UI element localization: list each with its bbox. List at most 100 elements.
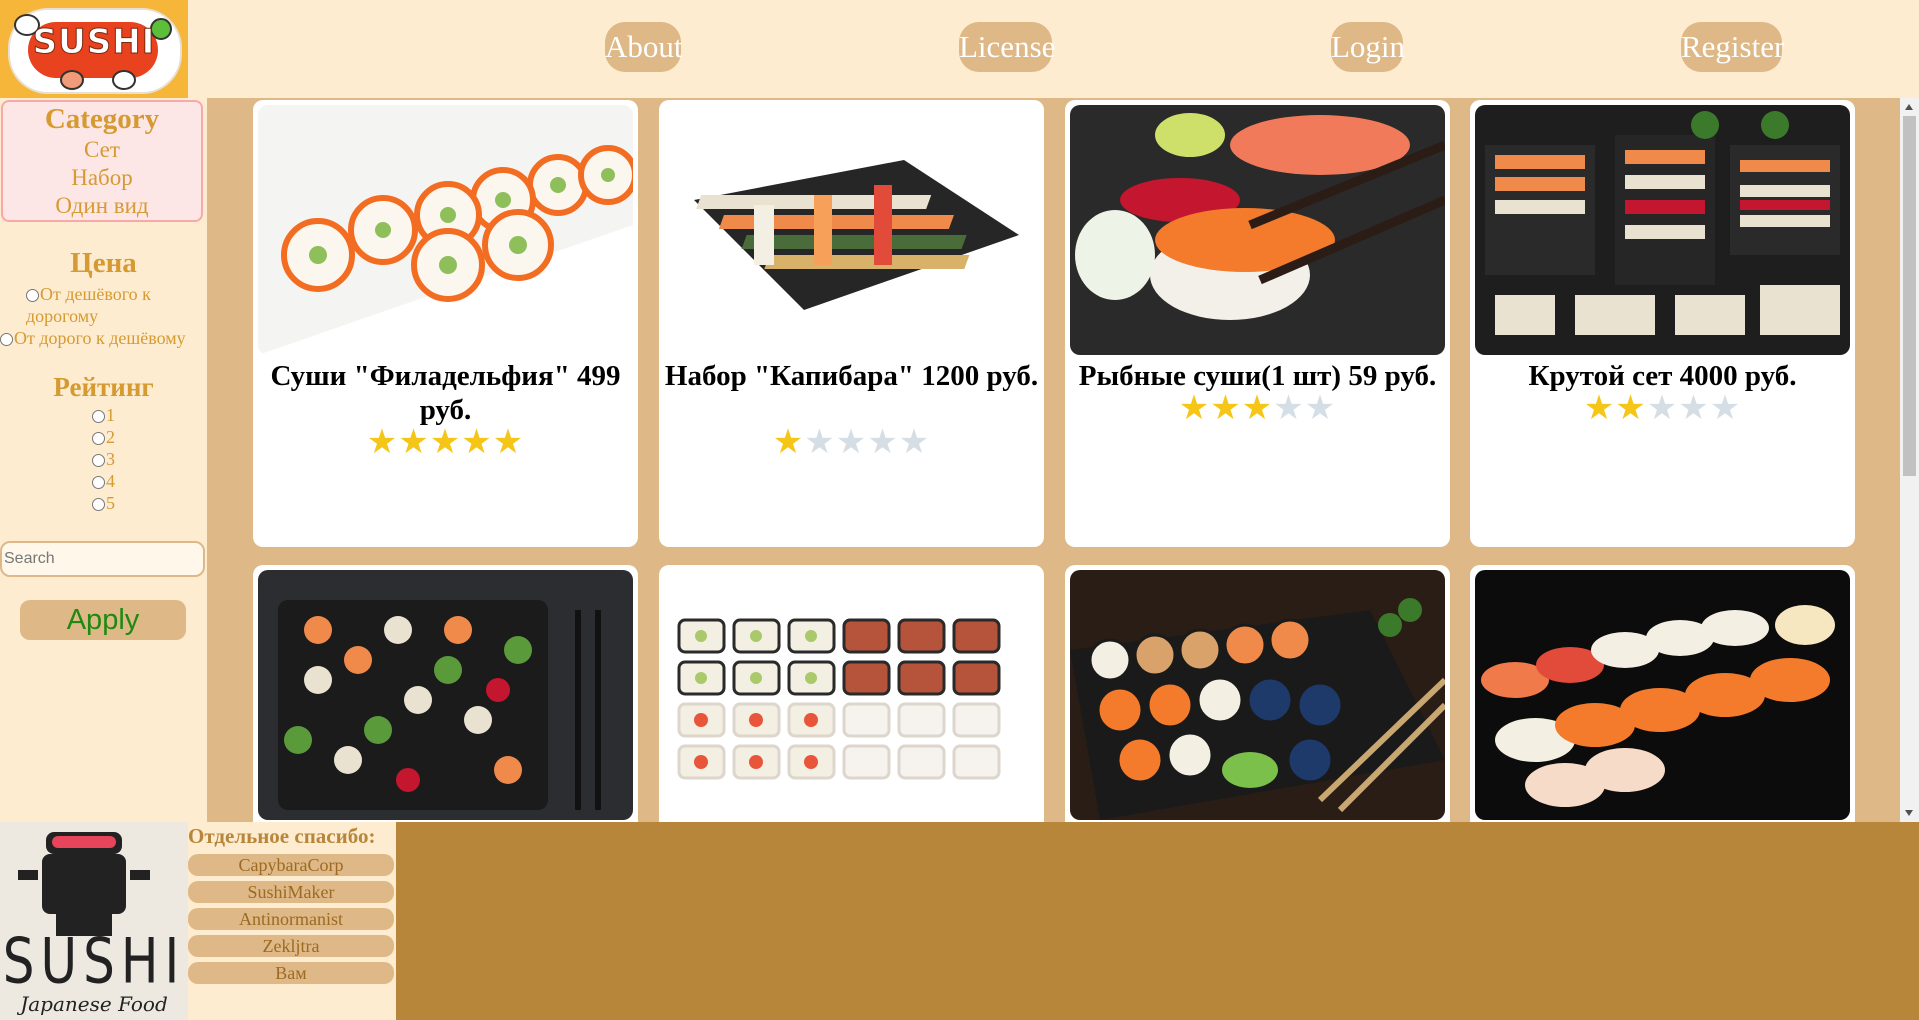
product-image-nigiri bbox=[1070, 105, 1445, 355]
star-filled-icon: ★ bbox=[1583, 388, 1616, 428]
nav-license-button[interactable]: License bbox=[959, 22, 1055, 72]
product-card[interactable]: Набор "Капибара" 1200 руб. ★★★★★ bbox=[659, 100, 1044, 547]
rating-option-2[interactable]: 2 bbox=[0, 426, 207, 448]
thanks-item-you[interactable]: Вам bbox=[188, 962, 394, 984]
logo-roll-icon bbox=[60, 70, 84, 90]
product-card[interactable]: Суши "Филадельфия" 499 руб. ★★★★★ bbox=[253, 100, 638, 547]
radio-button[interactable] bbox=[92, 410, 105, 424]
star-filled-icon: ★ bbox=[461, 422, 493, 462]
rating-option-label: 4 bbox=[106, 471, 115, 491]
star-empty-icon: ★ bbox=[1646, 388, 1679, 428]
category-item-nabor[interactable]: Набор bbox=[3, 164, 201, 192]
rating-stars: ★★★★★ bbox=[1470, 388, 1855, 428]
search-input[interactable]: Search bbox=[0, 541, 205, 577]
product-title: Набор "Капибара" 1200 руб. bbox=[664, 360, 1039, 392]
star-empty-icon: ★ bbox=[1273, 388, 1305, 428]
product-grid: Суши "Филадельфия" 499 руб. ★★★★★ Набор … bbox=[207, 98, 1900, 822]
header: SUSHI About License Login Register bbox=[0, 0, 1919, 98]
price-options: От дешёвого к дорогому От дорого к дешёв… bbox=[0, 283, 207, 349]
radio-button[interactable] bbox=[92, 476, 105, 490]
product-image-rolls-grid bbox=[664, 570, 1039, 820]
price-title: Цена bbox=[70, 247, 137, 279]
star-filled-icon: ★ bbox=[1241, 388, 1274, 428]
thanks-title: Отдельное спасибо: bbox=[188, 824, 376, 848]
rating-option-1[interactable]: 1 bbox=[0, 404, 207, 426]
product-image-capybara-set bbox=[664, 105, 1039, 355]
star-empty-icon: ★ bbox=[898, 422, 931, 462]
footer-logo-subtext: Japanese Food bbox=[20, 992, 168, 1016]
product-card[interactable] bbox=[253, 565, 638, 822]
product-image-nigiri-row bbox=[1475, 570, 1850, 820]
nav-register-button[interactable]: Register bbox=[1681, 22, 1784, 72]
star-filled-icon: ★ bbox=[398, 422, 430, 462]
price-option-asc[interactable]: От дешёвого к дорогому bbox=[0, 283, 207, 327]
footer: SUSHI Japanese Food Отдельное спасибо: C… bbox=[0, 822, 1919, 1020]
radio-button[interactable] bbox=[92, 454, 105, 468]
star-empty-icon: ★ bbox=[804, 422, 836, 462]
star-filled-icon: ★ bbox=[1178, 388, 1211, 428]
product-card[interactable]: Крутой сет 4000 руб. ★★★★★ bbox=[1470, 100, 1855, 547]
thanks-panel: Отдельное спасибо: CapybaraCorp SushiMak… bbox=[188, 822, 396, 1020]
price-option-asc-label: От дешёвого к дорогому bbox=[26, 284, 151, 326]
product-card[interactable] bbox=[659, 565, 1044, 822]
scroll-up-arrow-icon[interactable] bbox=[1905, 104, 1913, 110]
product-image-philadelphia bbox=[258, 105, 633, 355]
product-image-assorted bbox=[258, 570, 633, 820]
rating-option-label: 1 bbox=[106, 405, 115, 425]
star-filled-icon: ★ bbox=[492, 422, 525, 462]
nav-login-button[interactable]: Login bbox=[1331, 22, 1405, 72]
thanks-item-zekljtra[interactable]: Zekljtra bbox=[188, 935, 394, 957]
category-box: Category Сет Набор Один вид bbox=[1, 100, 203, 222]
radio-button[interactable] bbox=[92, 432, 105, 446]
logo-text: SUSHI bbox=[32, 22, 156, 63]
star-empty-icon: ★ bbox=[867, 422, 899, 462]
footer-logo: SUSHI Japanese Food bbox=[0, 822, 188, 1020]
rating-stars: ★★★★★ bbox=[659, 422, 1044, 462]
content-scrollbar[interactable] bbox=[1900, 98, 1919, 822]
thanks-item-sushimaker[interactable]: SushiMaker bbox=[188, 881, 394, 903]
star-empty-icon: ★ bbox=[1678, 388, 1710, 428]
category-title: Category bbox=[44, 103, 160, 135]
rating-stars: ★★★★★ bbox=[1065, 388, 1450, 428]
rating-stars: ★★★★★ bbox=[253, 422, 638, 462]
category-item-set[interactable]: Сет bbox=[3, 136, 201, 164]
logo-roll-icon bbox=[112, 70, 136, 90]
apply-button[interactable]: Apply bbox=[20, 600, 186, 640]
filter-sidebar: Category Сет Набор Один вид Цена От дешё… bbox=[0, 98, 207, 822]
star-filled-icon: ★ bbox=[772, 422, 805, 462]
price-option-desc[interactable]: От дорого к дешёвому bbox=[0, 327, 207, 349]
star-empty-icon: ★ bbox=[835, 422, 868, 462]
scroll-down-arrow-icon[interactable] bbox=[1905, 810, 1913, 816]
product-card[interactable]: Рыбные суши(1 шт) 59 руб. ★★★★★ bbox=[1065, 100, 1450, 547]
rating-option-label: 3 bbox=[106, 449, 115, 469]
product-title: Суши "Филадельфия" 499 руб. bbox=[270, 360, 621, 426]
thanks-item-capybaracorp[interactable]: CapybaraCorp bbox=[188, 854, 394, 876]
star-empty-icon: ★ bbox=[1304, 388, 1337, 428]
nav-about-button[interactable]: About bbox=[605, 22, 683, 72]
star-filled-icon: ★ bbox=[1210, 388, 1242, 428]
star-empty-icon: ★ bbox=[1709, 388, 1742, 428]
thanks-item-antinormanist[interactable]: Antinormanist bbox=[188, 908, 394, 930]
category-item-single[interactable]: Один вид bbox=[3, 192, 201, 220]
star-filled-icon: ★ bbox=[1615, 388, 1647, 428]
product-image-rolls-board bbox=[1070, 570, 1445, 820]
star-filled-icon: ★ bbox=[366, 422, 399, 462]
sushi-logo[interactable]: SUSHI bbox=[0, 0, 188, 98]
rating-option-3[interactable]: 3 bbox=[0, 448, 207, 470]
product-image-cool-set bbox=[1475, 105, 1850, 355]
product-card[interactable] bbox=[1470, 565, 1855, 822]
radio-button[interactable] bbox=[0, 333, 13, 347]
radio-button[interactable] bbox=[92, 498, 105, 512]
rating-option-label: 5 bbox=[106, 493, 115, 513]
star-filled-icon: ★ bbox=[429, 422, 462, 462]
rating-options: 1 2 3 4 5 bbox=[0, 404, 207, 514]
rating-option-4[interactable]: 4 bbox=[0, 470, 207, 492]
scroll-thumb[interactable] bbox=[1903, 116, 1916, 476]
price-option-desc-label: От дорого к дешёвому bbox=[14, 328, 186, 348]
radio-button[interactable] bbox=[26, 289, 39, 303]
footer-logo-text: SUSHI bbox=[2, 924, 186, 998]
rating-option-5[interactable]: 5 bbox=[0, 492, 207, 514]
rating-option-label: 2 bbox=[106, 427, 115, 447]
rating-title: Рейтинг bbox=[53, 372, 154, 402]
product-card[interactable] bbox=[1065, 565, 1450, 822]
